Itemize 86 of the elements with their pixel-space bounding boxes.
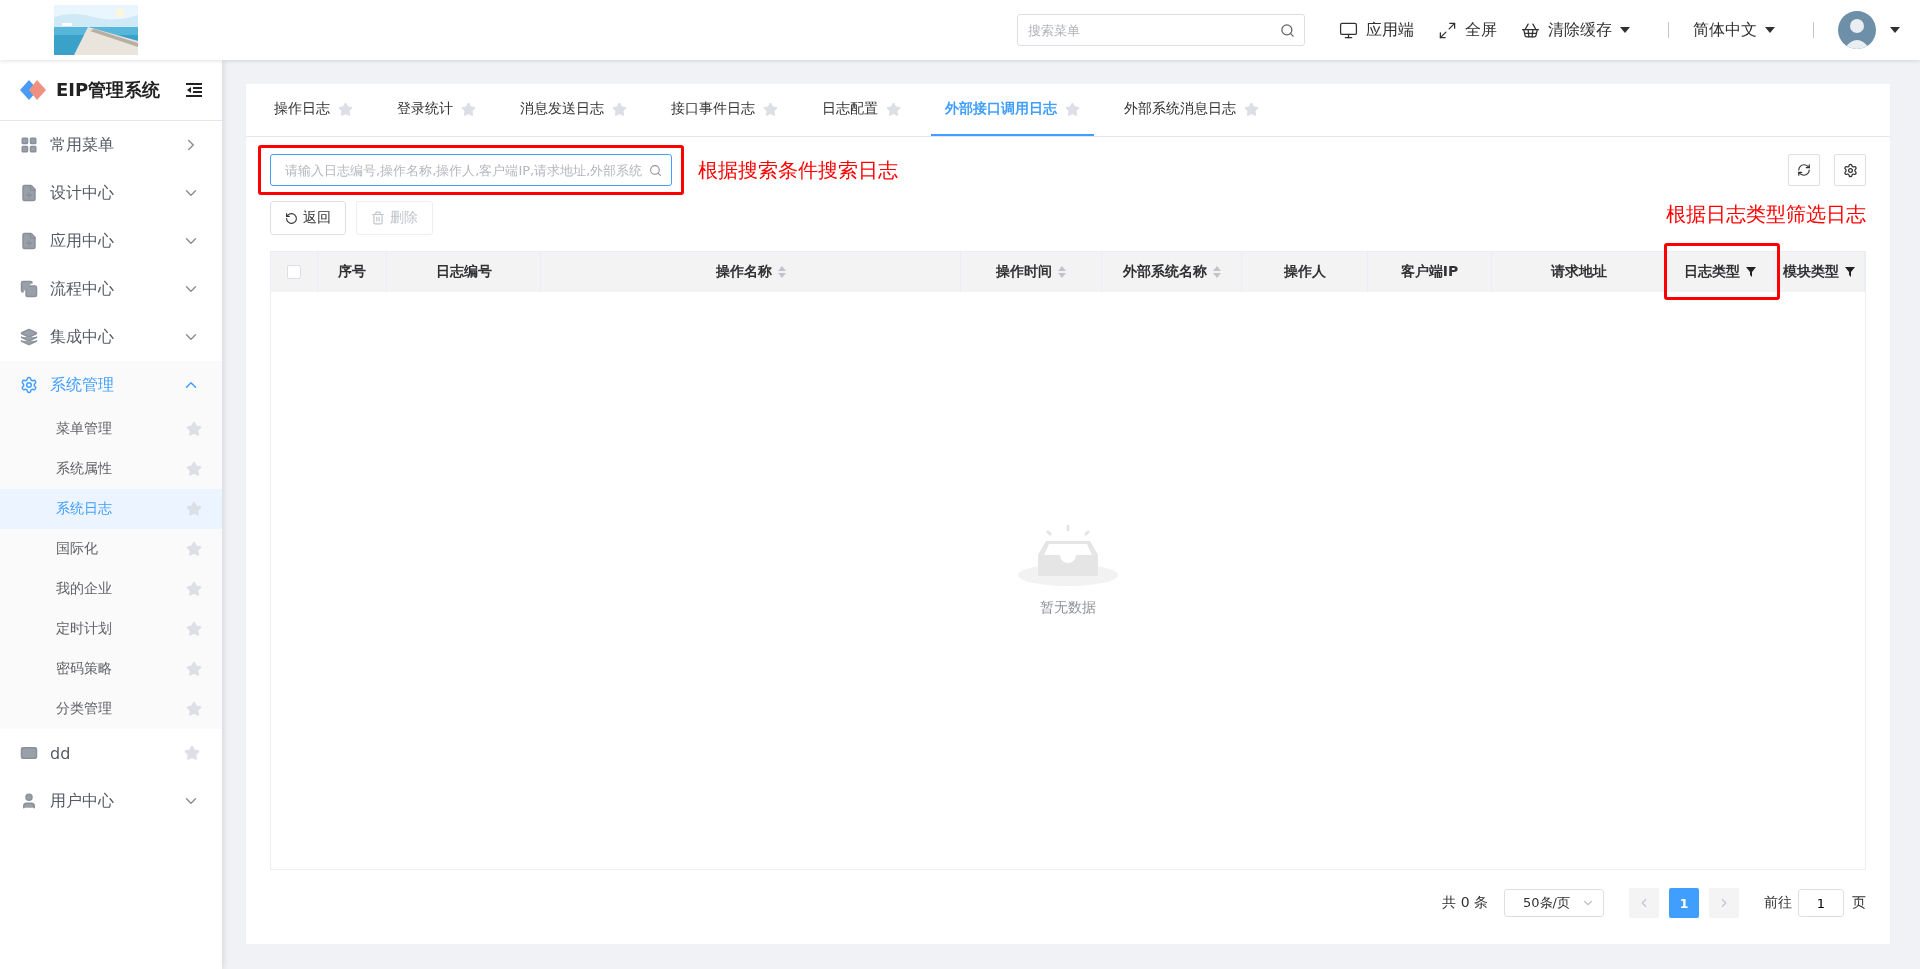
refresh-icon (1797, 163, 1811, 177)
next-page-button[interactable] (1709, 888, 1739, 918)
star-icon[interactable] (763, 101, 778, 117)
filter-icon[interactable] (1845, 267, 1855, 277)
goto-label: 前往 (1764, 894, 1792, 912)
back-button[interactable]: 返回 (270, 201, 346, 235)
trash-icon (371, 211, 385, 225)
star-icon[interactable] (186, 661, 202, 677)
collapse-icon[interactable] (186, 83, 202, 97)
avatar[interactable] (1838, 11, 1876, 49)
column-header: 操作人 (1242, 252, 1368, 292)
column-header: 请求地址 (1492, 252, 1666, 292)
header-action[interactable]: 全屏 (1438, 19, 1497, 41)
column-header[interactable]: 模块类型 (1774, 252, 1865, 292)
caret-icon (1890, 27, 1900, 33)
column-header: 日志编号 (387, 252, 541, 292)
annotation-text: 根据日志类型筛选日志 (1666, 201, 1866, 228)
sidebar-subitem[interactable]: 定时计划 (0, 609, 222, 649)
star-icon[interactable] (186, 421, 202, 437)
star-icon[interactable] (186, 621, 202, 637)
sidebar-subitem[interactable]: 菜单管理 (0, 409, 222, 449)
star-icon[interactable] (1244, 101, 1259, 117)
sidebar-subitem[interactable]: 分类管理 (0, 689, 222, 729)
star-icon[interactable] (186, 501, 202, 517)
settings-icon (1842, 162, 1858, 178)
star-icon[interactable] (338, 101, 353, 117)
sidebar-subitem[interactable]: 密码策略 (0, 649, 222, 689)
tab[interactable]: 外部系统消息日志 (1110, 84, 1273, 136)
tab[interactable]: 操作日志 (260, 84, 367, 136)
total-count: 共 0 条 (1442, 894, 1488, 912)
sort-icon[interactable] (1058, 266, 1066, 278)
star-icon[interactable] (461, 101, 476, 117)
column-header: 客户端IP (1368, 252, 1492, 292)
search-icon (649, 163, 662, 177)
sort-icon[interactable] (777, 266, 786, 278)
column-header[interactable]: 操作名称 (541, 252, 961, 292)
app-title: EIP管理系统 (56, 78, 162, 102)
star-icon[interactable] (612, 101, 627, 117)
search-icon (1280, 22, 1295, 38)
page-size-select[interactable]: 50条/页 (1504, 889, 1604, 917)
tab[interactable]: 日志配置 (808, 84, 915, 136)
refresh-button[interactable] (1788, 154, 1820, 186)
undo-icon (285, 211, 298, 225)
star-icon[interactable] (186, 581, 202, 597)
star-icon[interactable] (186, 701, 202, 717)
sidebar-item[interactable]: 集成中心 (0, 313, 222, 361)
sidebar-subitem[interactable]: 国际化 (0, 529, 222, 569)
sidebar-item[interactable]: 常用菜单 (0, 121, 222, 169)
column-header: 序号 (318, 252, 387, 292)
monitor-icon (1339, 20, 1358, 40)
sidebar-item[interactable]: dd (0, 729, 222, 777)
sidebar-item[interactable]: 用户中心 (0, 777, 222, 825)
star-icon[interactable] (184, 745, 200, 761)
menu-search-field[interactable]: 搜索菜单 (1017, 14, 1305, 46)
language-dropdown[interactable]: 简体中文 (1693, 19, 1775, 41)
column-header[interactable]: 操作时间 (961, 252, 1102, 292)
column-header[interactable]: 日志类型 (1666, 252, 1774, 292)
sidebar-item[interactable]: 应用中心 (0, 217, 222, 265)
sidebar-item[interactable]: 设计中心 (0, 169, 222, 217)
header-action[interactable]: 清除缓存 (1521, 19, 1630, 41)
caret-icon (1765, 27, 1775, 33)
annotation-text: 根据搜索条件搜索日志 (698, 156, 898, 184)
tab[interactable]: 接口事件日志 (657, 84, 792, 136)
empty-text: 暂无数据 (1040, 598, 1096, 617)
prev-page-button[interactable] (1629, 888, 1659, 918)
settings-button[interactable] (1834, 154, 1866, 186)
tab[interactable]: 登录统计 (383, 84, 490, 136)
filter-icon[interactable] (1745, 267, 1756, 277)
search-field[interactable]: 请输入日志编号,操作名称,操作人,客户端IP,请求地址,外部系统 (270, 154, 672, 186)
star-icon[interactable] (186, 461, 202, 477)
sidebar-subitem[interactable]: 系统属性 (0, 449, 222, 489)
star-icon[interactable] (1065, 101, 1080, 117)
expand-icon (1438, 20, 1457, 40)
caret-icon (1620, 27, 1630, 33)
sidebar-subitem[interactable]: 我的企业 (0, 569, 222, 609)
header-action[interactable]: 应用端 (1339, 19, 1414, 41)
star-icon[interactable] (886, 101, 901, 117)
tab[interactable]: 消息发送日志 (506, 84, 641, 136)
checkbox[interactable] (287, 265, 301, 279)
sort-icon[interactable] (1212, 266, 1221, 278)
sidebar-item[interactable]: 流程中心 (0, 265, 222, 313)
page-input[interactable]: 1 (1798, 889, 1844, 917)
column-header[interactable]: 外部系统名称 (1102, 252, 1242, 292)
page-suffix: 页 (1852, 894, 1866, 912)
logo-icon (20, 80, 46, 100)
star-icon[interactable] (186, 541, 202, 557)
